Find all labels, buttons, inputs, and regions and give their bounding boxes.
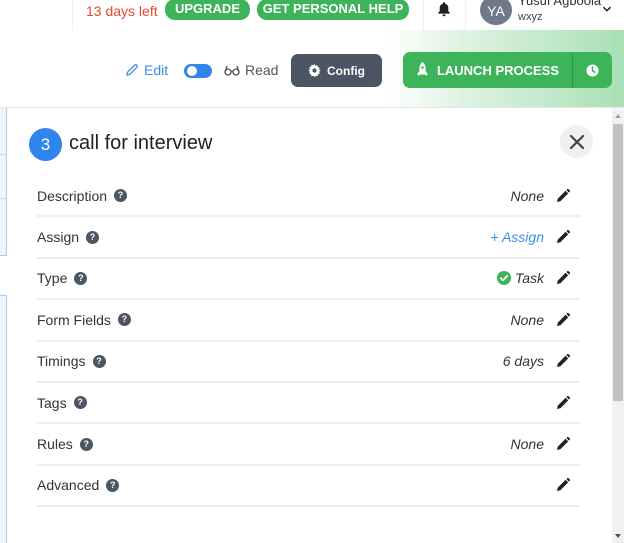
property-label: Description: [37, 187, 108, 204]
panel-divider: [0, 154, 7, 155]
chevron-down-icon[interactable]: [602, 4, 612, 14]
config-button[interactable]: Config: [291, 54, 382, 87]
task-title[interactable]: call for interview: [69, 132, 212, 155]
scrollbar-thumb[interactable]: [613, 124, 623, 401]
divider: [72, 0, 73, 30]
help-icon[interactable]: ?: [86, 230, 100, 244]
property-row-type[interactable]: Type ? Task: [37, 259, 580, 301]
schedule-launch-button[interactable]: [573, 52, 612, 88]
help-icon[interactable]: ?: [117, 313, 131, 327]
property-value: Task: [496, 270, 544, 287]
process-toolbar: Edit Read Config LAUNCH PROCESS: [0, 30, 624, 108]
pencil-icon: [126, 64, 138, 76]
edit-mode-link[interactable]: Edit: [125, 62, 168, 78]
launch-process-label: LAUNCH PROCESS: [436, 62, 560, 78]
pencil-icon[interactable]: [556, 437, 570, 451]
launch-process-button[interactable]: LAUNCH PROCESS: [403, 52, 573, 88]
pencil-icon[interactable]: [556, 271, 570, 285]
vertical-scrollbar[interactable]: [612, 110, 624, 543]
step-number-badge: 3: [29, 128, 62, 161]
pencil-icon[interactable]: [556, 188, 570, 203]
rocket-icon: [417, 62, 428, 76]
property-row-form-fields[interactable]: Form Fields ? None: [37, 300, 580, 342]
property-value: None: [510, 311, 544, 328]
property-row-tags[interactable]: Tags ?: [37, 383, 580, 425]
launch-process-button-group: LAUNCH PROCESS: [403, 52, 612, 88]
divider: [465, 0, 466, 30]
pencil-icon[interactable]: [556, 395, 570, 410]
scroll-up-arrow-icon[interactable]: [615, 114, 621, 118]
user-name[interactable]: Yusuf Agboola: [518, 0, 601, 8]
background-panel: [0, 108, 7, 256]
property-row-advanced[interactable]: Advanced ?: [37, 466, 580, 508]
user-avatar[interactable]: YA: [480, 0, 512, 25]
edit-label: Edit: [144, 62, 169, 78]
clock-icon: [586, 63, 599, 77]
user-organization: wxyz: [518, 11, 543, 23]
property-row-description[interactable]: Description ? None: [37, 176, 580, 218]
trial-days-left: 13 days left: [86, 3, 158, 19]
gear-icon: [308, 64, 321, 77]
close-button[interactable]: [560, 125, 593, 158]
config-label: Config: [327, 63, 365, 78]
property-label: Assign: [37, 229, 80, 246]
panel-divider: [0, 198, 7, 199]
read-label: Read: [245, 62, 279, 78]
help-icon[interactable]: ?: [74, 271, 88, 285]
task-detail-panel: 3 call for interview Description ? None …: [8, 108, 612, 543]
property-row-timings[interactable]: Timings ? 6 days: [37, 342, 580, 383]
pencil-icon[interactable]: [556, 478, 570, 492]
property-label: Tags: [37, 394, 67, 411]
property-label: Type: [37, 270, 68, 287]
pencil-icon[interactable]: [556, 312, 570, 327]
property-value: 6 days: [502, 353, 544, 370]
glasses-icon: [224, 65, 240, 76]
bell-icon[interactable]: [436, 1, 452, 17]
check-circle-icon: [496, 271, 511, 286]
type-value: Task: [514, 270, 544, 287]
assign-link[interactable]: + Assign: [490, 229, 544, 245]
scroll-down-arrow-icon[interactable]: [615, 534, 621, 538]
property-row-assign[interactable]: Assign ? + Assign: [37, 217, 580, 259]
property-value: None: [510, 436, 544, 453]
property-label: Timings: [37, 353, 86, 370]
divider: [423, 0, 424, 30]
pencil-icon[interactable]: [556, 354, 570, 368]
top-bar: 13 days left UPGRADE GET PERSONAL HELP Y…: [0, 0, 624, 30]
upgrade-button[interactable]: UPGRADE: [165, 0, 250, 20]
property-label: Advanced: [37, 477, 100, 494]
background-panel: [0, 295, 7, 543]
pencil-icon[interactable]: [556, 230, 570, 244]
get-personal-help-button[interactable]: GET PERSONAL HELP: [257, 0, 409, 20]
help-icon[interactable]: ?: [92, 354, 106, 368]
toggle-knob: [187, 66, 197, 76]
property-label: Rules: [37, 436, 73, 453]
property-label: Form Fields: [37, 311, 111, 328]
property-value: None: [510, 187, 544, 204]
read-mode-link[interactable]: Read: [224, 62, 278, 78]
help-icon[interactable]: ?: [73, 396, 87, 410]
help-icon[interactable]: ?: [114, 189, 128, 203]
property-row-rules[interactable]: Rules ? None: [37, 424, 580, 466]
task-properties-list: Description ? None Assign ? + Assign Typ…: [37, 176, 580, 508]
close-icon: [569, 134, 584, 149]
help-icon[interactable]: ?: [79, 437, 93, 451]
help-icon[interactable]: ?: [106, 478, 120, 492]
edit-read-toggle[interactable]: [184, 64, 212, 78]
